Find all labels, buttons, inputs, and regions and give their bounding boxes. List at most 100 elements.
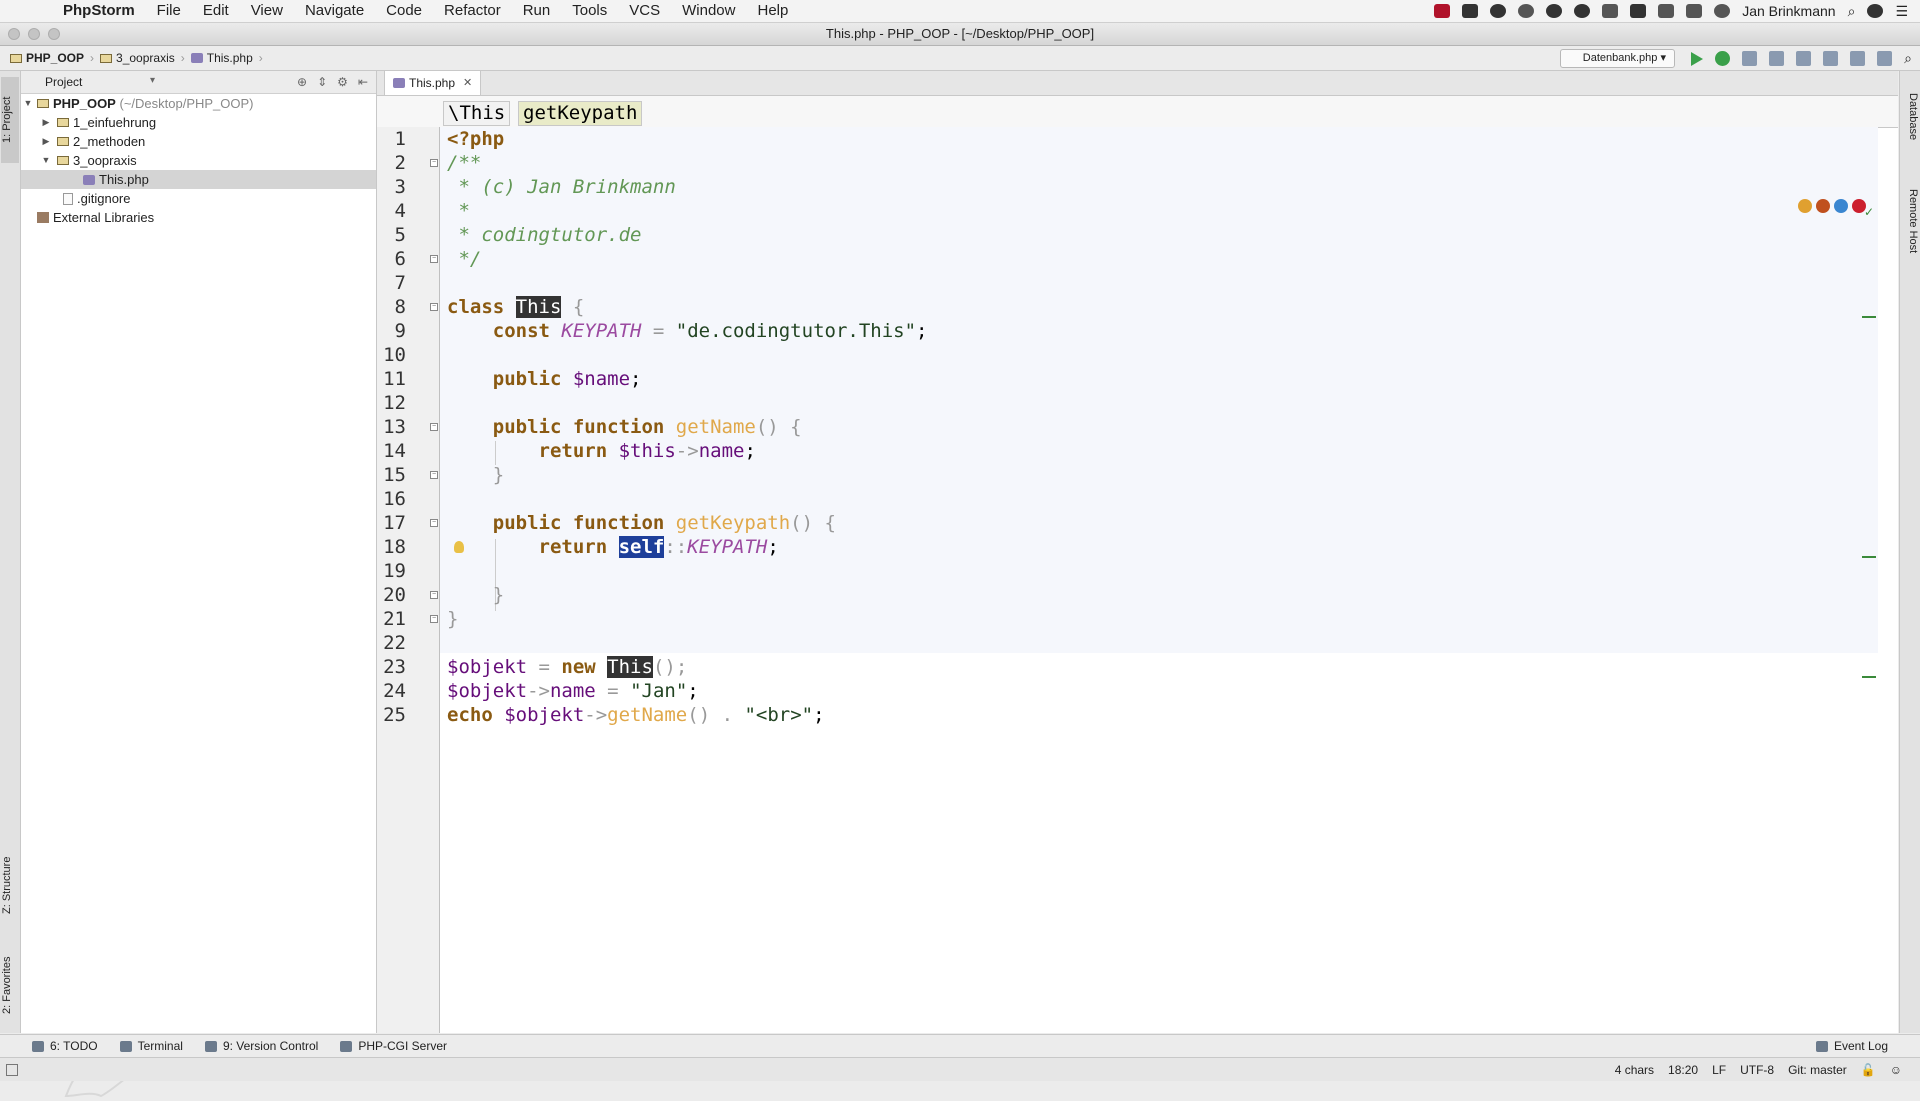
menu-refactor[interactable]: Refactor [433,0,512,22]
collapsed-arrow-icon[interactable]: ▶ [41,132,51,151]
tray-evernote-icon[interactable] [1518,4,1535,18]
breadcrumb-file[interactable]: This.php [207,51,253,65]
close-tab-icon[interactable]: ✕ [463,71,472,95]
vcs-branch[interactable]: Git: master [1788,1063,1847,1077]
change-marker[interactable] [1862,556,1876,558]
vcs-commit-icon[interactable] [1823,51,1839,66]
tool-todo[interactable]: 6: TODO [32,1039,98,1053]
fold-marker-icon[interactable]: − [430,591,438,599]
run-icon[interactable] [1691,51,1704,66]
minimize-window-icon[interactable] [28,28,40,40]
fold-marker-icon[interactable]: − [430,159,438,167]
hector-icon[interactable]: ☺ [1890,1063,1902,1077]
tool-version-control[interactable]: 9: Version Control [204,1039,318,1053]
close-window-icon[interactable] [8,28,20,40]
editor-tab-this-php[interactable]: This.php ✕ [384,71,482,95]
file-encoding[interactable]: UTF-8 [1740,1063,1774,1077]
run-configuration-select[interactable]: Datenbank.php ▾ [1559,49,1675,68]
change-marker[interactable] [1862,316,1876,318]
tray-leaf-icon[interactable] [1546,4,1563,18]
caret-position[interactable]: 18:20 [1668,1063,1698,1077]
hide-panel-icon[interactable]: ⇤ [358,75,368,89]
breadcrumb-folder[interactable]: 3_oopraxis [116,51,175,65]
code-breadcrumb-class[interactable]: \This [443,101,511,126]
firefox-icon[interactable] [1816,199,1830,213]
tray-app-icon[interactable] [1434,4,1451,18]
tree-item-folder[interactable]: ▶ 2_methoden [21,132,376,151]
tray-eye-icon[interactable] [1574,4,1591,18]
menu-navigate[interactable]: Navigate [294,0,375,22]
tab-database[interactable]: Database [1901,77,1919,157]
tab-favorites[interactable]: 2: Favorites [1,941,19,1029]
tree-item-external-libraries[interactable]: External Libraries [21,208,376,227]
time-machine-icon[interactable] [1714,4,1731,18]
safari-icon[interactable] [1834,199,1848,213]
project-view-select[interactable]: Project [29,75,155,89]
app-menu[interactable]: PhpStorm [52,0,146,22]
fold-marker-icon[interactable]: − [430,423,438,431]
fold-marker-icon[interactable]: − [430,519,438,527]
zoom-window-icon[interactable] [48,28,60,40]
tree-item-file[interactable]: .gitignore [21,189,376,208]
search-icon[interactable]: ⌕ [1904,50,1912,67]
tree-item-folder[interactable]: ▼ 3_oopraxis [21,151,376,170]
user-name[interactable]: Jan Brinkmann [1742,3,1835,19]
tree-item-project-root[interactable]: ▼ PHP_OOP (~/Desktop/PHP_OOP) [21,94,376,113]
menu-edit[interactable]: Edit [192,0,240,22]
tree-item-label: .gitignore [77,191,131,206]
vcs-update-icon[interactable] [1796,51,1812,66]
tray-dropbox-icon[interactable] [1602,4,1619,18]
menu-vcs[interactable]: VCS [618,0,671,22]
tray-plus-icon[interactable] [1630,4,1647,18]
menu-file[interactable]: File [146,0,192,22]
fold-marker-icon[interactable]: − [430,303,438,311]
tree-item-file-selected[interactable]: This.php [21,170,376,189]
expanded-arrow-icon[interactable]: ▼ [41,151,51,170]
bluetooth-icon[interactable] [1686,4,1703,18]
fold-marker-icon[interactable]: − [430,615,438,623]
listen-debug-icon[interactable] [1769,51,1785,66]
code-editor[interactable]: <?php /** * (c) Jan Brinkmann * * coding… [440,127,1878,1033]
locate-icon[interactable]: ⊕ [297,75,307,89]
code-breadcrumb-method[interactable]: getKeypath [518,101,643,126]
code-line: * codingtutor.de [447,224,642,246]
spotlight-search-icon[interactable]: ⌕ [1848,3,1856,20]
tool-php-cgi-server[interactable]: PHP-CGI Server [340,1039,447,1053]
debug-icon[interactable] [1715,51,1731,66]
tool-event-log[interactable]: Event Log [1815,1039,1888,1053]
collapse-all-icon[interactable]: ⇕ [317,75,327,89]
breadcrumb-project[interactable]: PHP_OOP [26,51,84,65]
tab-project[interactable]: 1: Project [1,77,19,163]
expanded-arrow-icon[interactable]: ▼ [23,94,33,113]
tray-bookmark-icon[interactable] [1462,4,1479,18]
toggle-tool-windows-icon[interactable] [6,1063,18,1076]
fold-marker-icon[interactable]: − [430,471,438,479]
collapsed-arrow-icon[interactable]: ▶ [41,113,51,132]
tray-power-icon[interactable] [1490,4,1507,18]
menu-help[interactable]: Help [746,0,799,22]
menu-tools[interactable]: Tools [561,0,618,22]
line-separator[interactable]: LF [1712,1063,1726,1077]
volume-icon[interactable] [1658,4,1675,18]
menu-window[interactable]: Window [671,0,746,22]
vcs-revert-icon[interactable] [1877,51,1893,66]
code-token: ; [630,368,642,390]
siri-icon[interactable] [1867,4,1884,18]
notification-center-icon[interactable]: ☰ [1895,3,1908,20]
tab-structure[interactable]: Z: Structure [1,841,19,929]
tab-remote-host[interactable]: Remote Host [1901,171,1919,271]
fold-marker-icon[interactable]: − [430,255,438,263]
tree-item-folder[interactable]: ▶ 1_einfuehrung [21,113,376,132]
change-marker[interactable] [1862,676,1876,678]
lock-icon[interactable]: 🔓 [1861,1063,1876,1077]
chrome-icon[interactable] [1798,199,1812,213]
menu-code[interactable]: Code [375,0,433,22]
menu-view[interactable]: View [240,0,294,22]
vcs-compare-icon[interactable] [1850,51,1866,66]
tool-terminal[interactable]: Terminal [119,1039,183,1053]
gear-icon[interactable]: ⚙ [337,75,348,89]
menu-run[interactable]: Run [512,0,562,22]
folder-icon [57,137,69,146]
coverage-icon[interactable] [1742,51,1758,66]
inspection-ok-icon[interactable]: ✓ [1864,205,1874,219]
